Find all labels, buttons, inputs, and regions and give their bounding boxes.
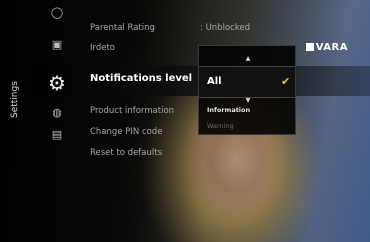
selected-option-label: All <box>207 76 222 87</box>
gears-icon[interactable]: ⚙ <box>43 69 71 97</box>
menu-item-change-pin[interactable]: Change PIN code <box>90 127 162 137</box>
circle-icon[interactable]: ◯ <box>49 4 65 20</box>
menu-item-reset-defaults[interactable]: Reset to defaults <box>90 148 162 158</box>
tv-settings-screen: VARA Settings ◯ ▣ ⚙ ◍ ▤ Parental Rating … <box>0 0 370 242</box>
dropdown-selected-option[interactable]: All ✔ <box>199 66 295 98</box>
settings-side-label: Settings <box>10 81 20 119</box>
check-icon: ✔ <box>281 75 291 88</box>
menu-item-notifications-level[interactable]: Notifications level <box>90 73 192 84</box>
menu-item-irdeto[interactable]: Irdeto <box>90 43 115 53</box>
scroll-down-icon[interactable]: ▼ <box>244 98 252 104</box>
menu-item-product-information[interactable]: Product information <box>90 106 174 116</box>
screen-icon[interactable]: ▣ <box>49 36 65 52</box>
notifications-level-dropdown[interactable]: ▲ All ✔ ▼ Information Warning <box>198 45 296 135</box>
globe-icon[interactable]: ◍ <box>49 104 65 120</box>
card-icon[interactable]: ▤ <box>49 126 65 142</box>
parental-rating-value: : Unblocked <box>200 23 251 33</box>
icon-column: ◯ ▣ ⚙ ◍ ▤ <box>40 0 74 242</box>
menu-item-parental-rating[interactable]: Parental Rating <box>90 23 155 33</box>
scroll-up-icon[interactable]: ▲ <box>244 56 252 62</box>
dropdown-option-warning[interactable]: Warning <box>207 122 234 130</box>
dropdown-option-information[interactable]: Information <box>207 106 250 114</box>
